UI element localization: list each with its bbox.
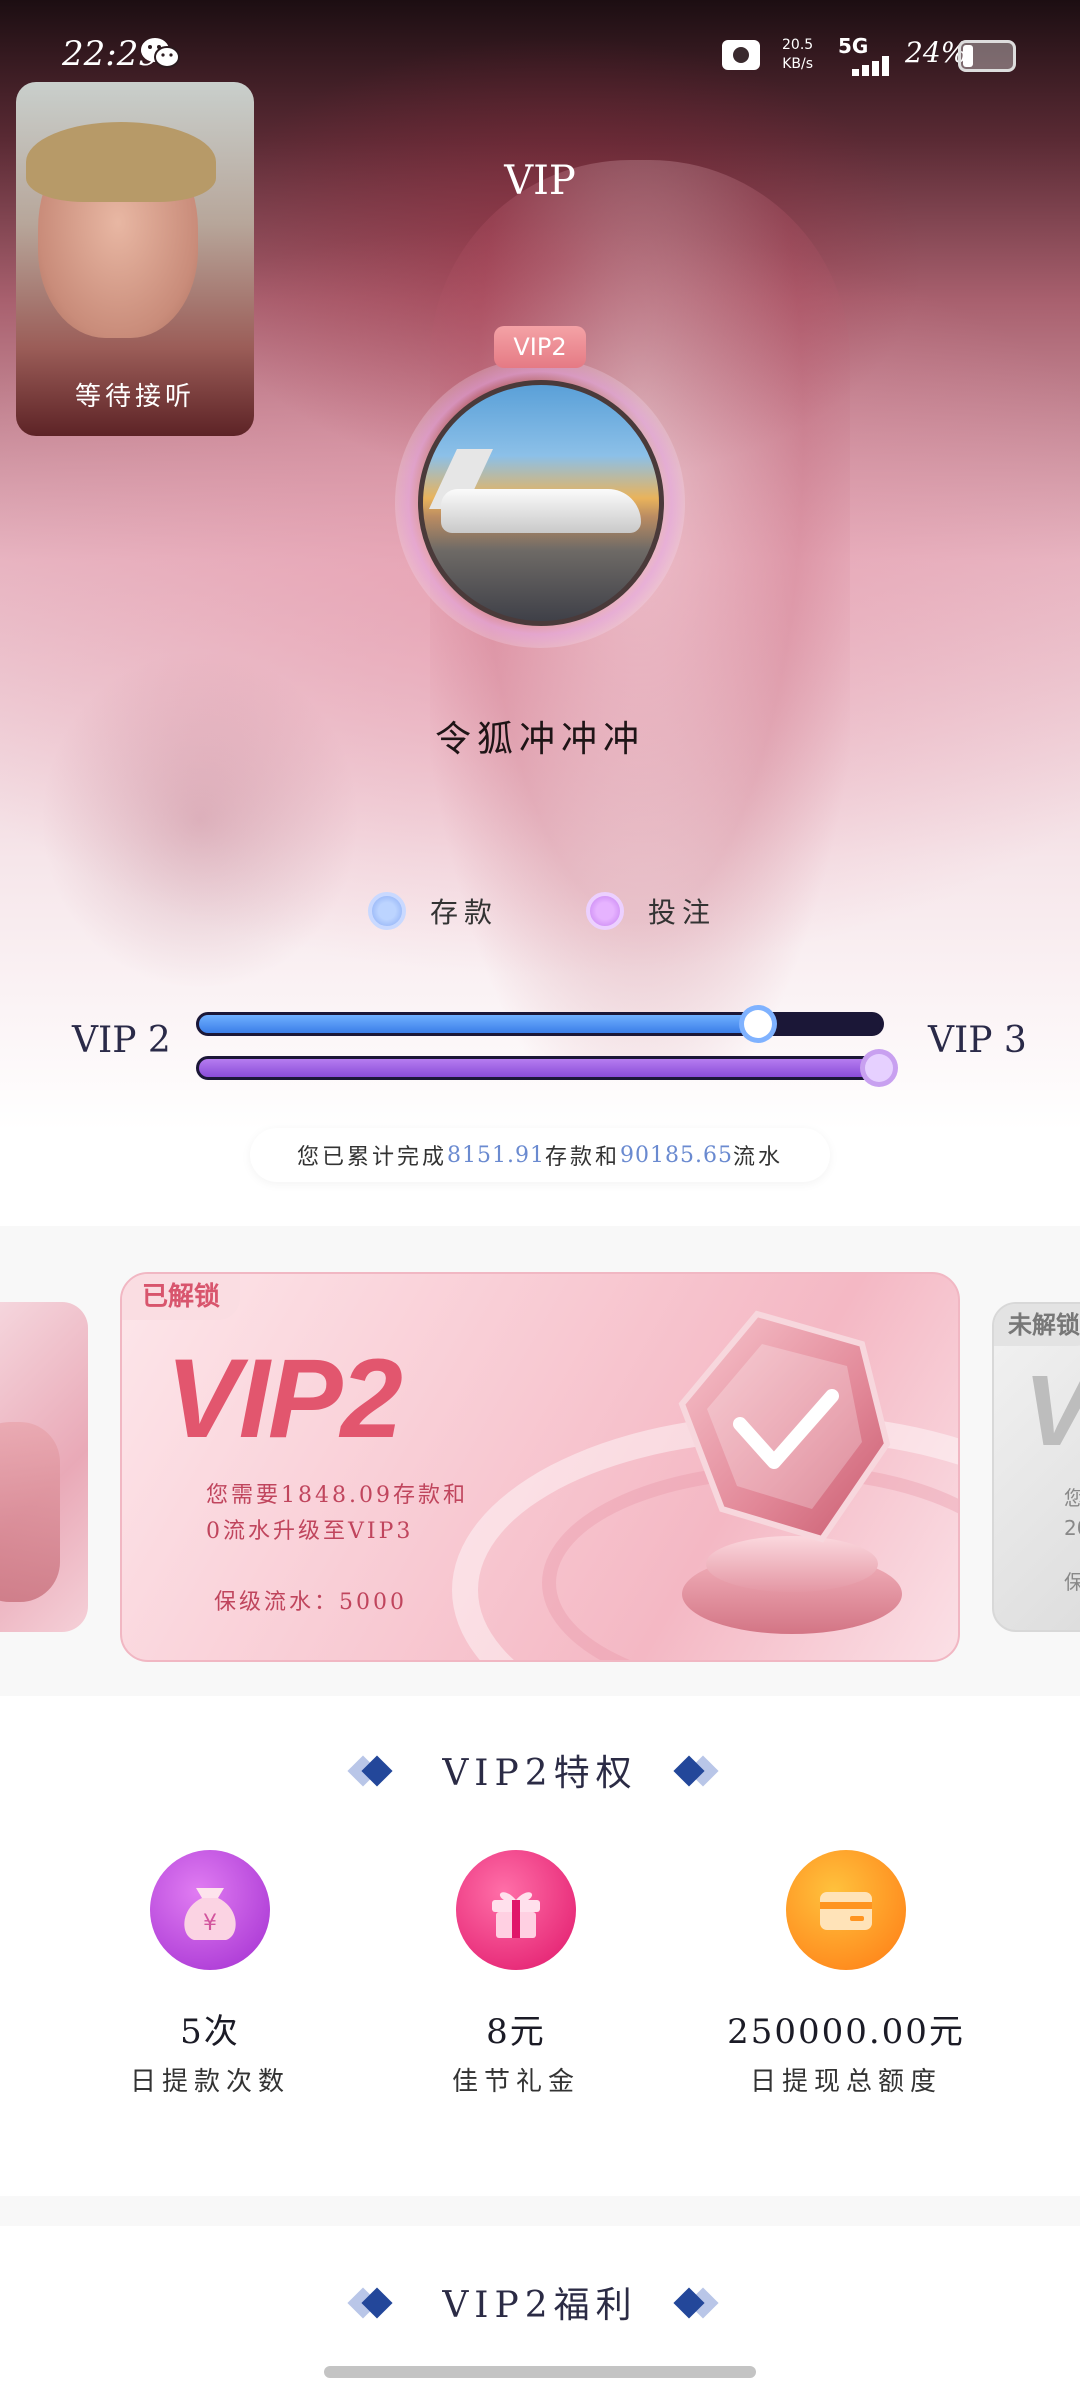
privilege-name: 日提款次数 <box>129 2067 290 2097</box>
summary-deposit-amount: 8151.91 <box>447 1142 545 1168</box>
shield-check-icon <box>662 1304 912 1644</box>
privilege-value: 8元 <box>486 2012 546 2052</box>
welfare-header: VIP2福利 <box>0 2276 1080 2328</box>
progress-summary: 您已累计完成 8151.91 存款和 90185.65 流水 <box>250 1128 830 1182</box>
privilege-item[interactable]: 8元 佳节礼金 <box>366 1850 666 2098</box>
privileges-header: VIP2特权 <box>0 1744 1080 1796</box>
player-artwork <box>40 650 360 990</box>
privileges-title: VIP2特权 <box>442 1753 638 1794</box>
bet-progress-knob <box>865 1054 893 1082</box>
legend-deposit: 存款 <box>368 888 498 934</box>
net-speed-unit: KB/s <box>782 56 813 72</box>
bet-progress-bar <box>196 1054 893 1082</box>
privilege-name: 日提现总额度 <box>749 2067 942 2097</box>
vip-level-badge: VIP2 <box>494 326 586 368</box>
next-card-line2: 20 <box>1064 1516 1080 1540</box>
bet-progress-fill <box>199 1059 881 1077</box>
network-type: 5G <box>838 34 869 58</box>
card-status-tag: 已解锁 <box>122 1274 241 1320</box>
svg-text:¥: ¥ <box>203 1911 217 1936</box>
card-requirement: 您需要1848.09存款和 0流水升级至VIP3 <box>206 1478 506 1550</box>
next-card-line1: 您 <box>1064 1482 1080 1511</box>
summary-suffix: 流水 <box>732 1145 783 1170</box>
card-requirement-line1: 您需要1848.09存款和 <box>206 1483 468 1508</box>
wallet-icon <box>786 1850 906 1970</box>
next-card-line3: 保 <box>1064 1566 1080 1595</box>
battery-level <box>963 45 974 67</box>
net-speed-value: 20.5 <box>782 37 814 53</box>
legend-bet-label: 投注 <box>648 896 717 929</box>
card-keep-level: 保级流水：5000 <box>214 1590 407 1615</box>
home-indicator[interactable] <box>324 2366 756 2378</box>
page-title: VIP <box>504 158 576 204</box>
diamond-decoration-right-icon <box>673 2286 736 2319</box>
welfare-title: VIP2福利 <box>442 2285 638 2326</box>
next-card-status-tag: 未解锁 <box>994 1304 1080 1346</box>
privilege-item[interactable]: 250000.00元 日提现总额度 <box>696 1850 996 2098</box>
user-nickname: 令狐冲冲冲 <box>434 719 645 760</box>
summary-prefix: 您已累计完成 <box>296 1145 447 1170</box>
summary-middle: 存款和 <box>544 1145 620 1170</box>
diamond-decoration-left-icon <box>344 1754 404 1787</box>
deposit-progress-fill <box>199 1015 759 1033</box>
legend-bet: 投注 <box>586 888 716 934</box>
vip-card-next[interactable]: 未解锁 V 您 20 保 <box>992 1302 1080 1632</box>
vip-card-previous[interactable] <box>0 1302 88 1632</box>
diamond-decoration-right-icon <box>673 1754 736 1787</box>
camera-icon <box>722 40 760 70</box>
video-call-pip[interactable]: 等待接听 <box>16 82 254 436</box>
privilege-value: 250000.00元 <box>727 2012 965 2052</box>
next-card-title: V <box>1024 1354 1080 1469</box>
summary-turnover-amount: 90185.65 <box>620 1142 733 1168</box>
privileges-list: ¥ 5次 日提款次数 8元 佳节礼金 250000.00元 日提现总额度 <box>0 1850 1080 2110</box>
net-speed: 20.5 KB/s <box>782 36 813 74</box>
gift-icon <box>456 1850 576 1970</box>
money-bag-icon: ¥ <box>150 1850 270 1970</box>
privilege-item[interactable]: ¥ 5次 日提款次数 <box>60 1850 360 2098</box>
privilege-value: 5次 <box>180 2012 240 2052</box>
legend-deposit-label: 存款 <box>430 896 499 929</box>
diamond-decoration-left-icon <box>344 2286 404 2319</box>
deposit-progress-bar <box>196 1010 884 1038</box>
deposit-dot-icon <box>368 892 406 930</box>
avatar-plane <box>441 489 641 533</box>
current-level-label: VIP 2 <box>72 1020 171 1061</box>
vip-card-current[interactable]: 已解锁 VIP2 您需要1848.09存款和 0流水升级至VIP3 保级流水：5… <box>120 1272 960 1662</box>
deposit-progress-knob <box>744 1010 773 1038</box>
card-requirement-line2: 0流水升级至VIP3 <box>206 1519 414 1544</box>
previous-card-art <box>0 1422 60 1602</box>
avatar[interactable] <box>418 380 664 626</box>
section-divider <box>0 2196 1080 2226</box>
bet-dot-icon <box>586 892 624 930</box>
signal-icon <box>838 56 894 76</box>
wechat-icon <box>141 38 180 68</box>
battery-icon <box>958 40 1016 72</box>
next-level-label: VIP 3 <box>928 1020 1027 1061</box>
call-status-label: 等待接听 <box>74 382 195 412</box>
card-level-title: VIP2 <box>166 1336 403 1461</box>
privilege-name: 佳节礼金 <box>451 2067 580 2097</box>
